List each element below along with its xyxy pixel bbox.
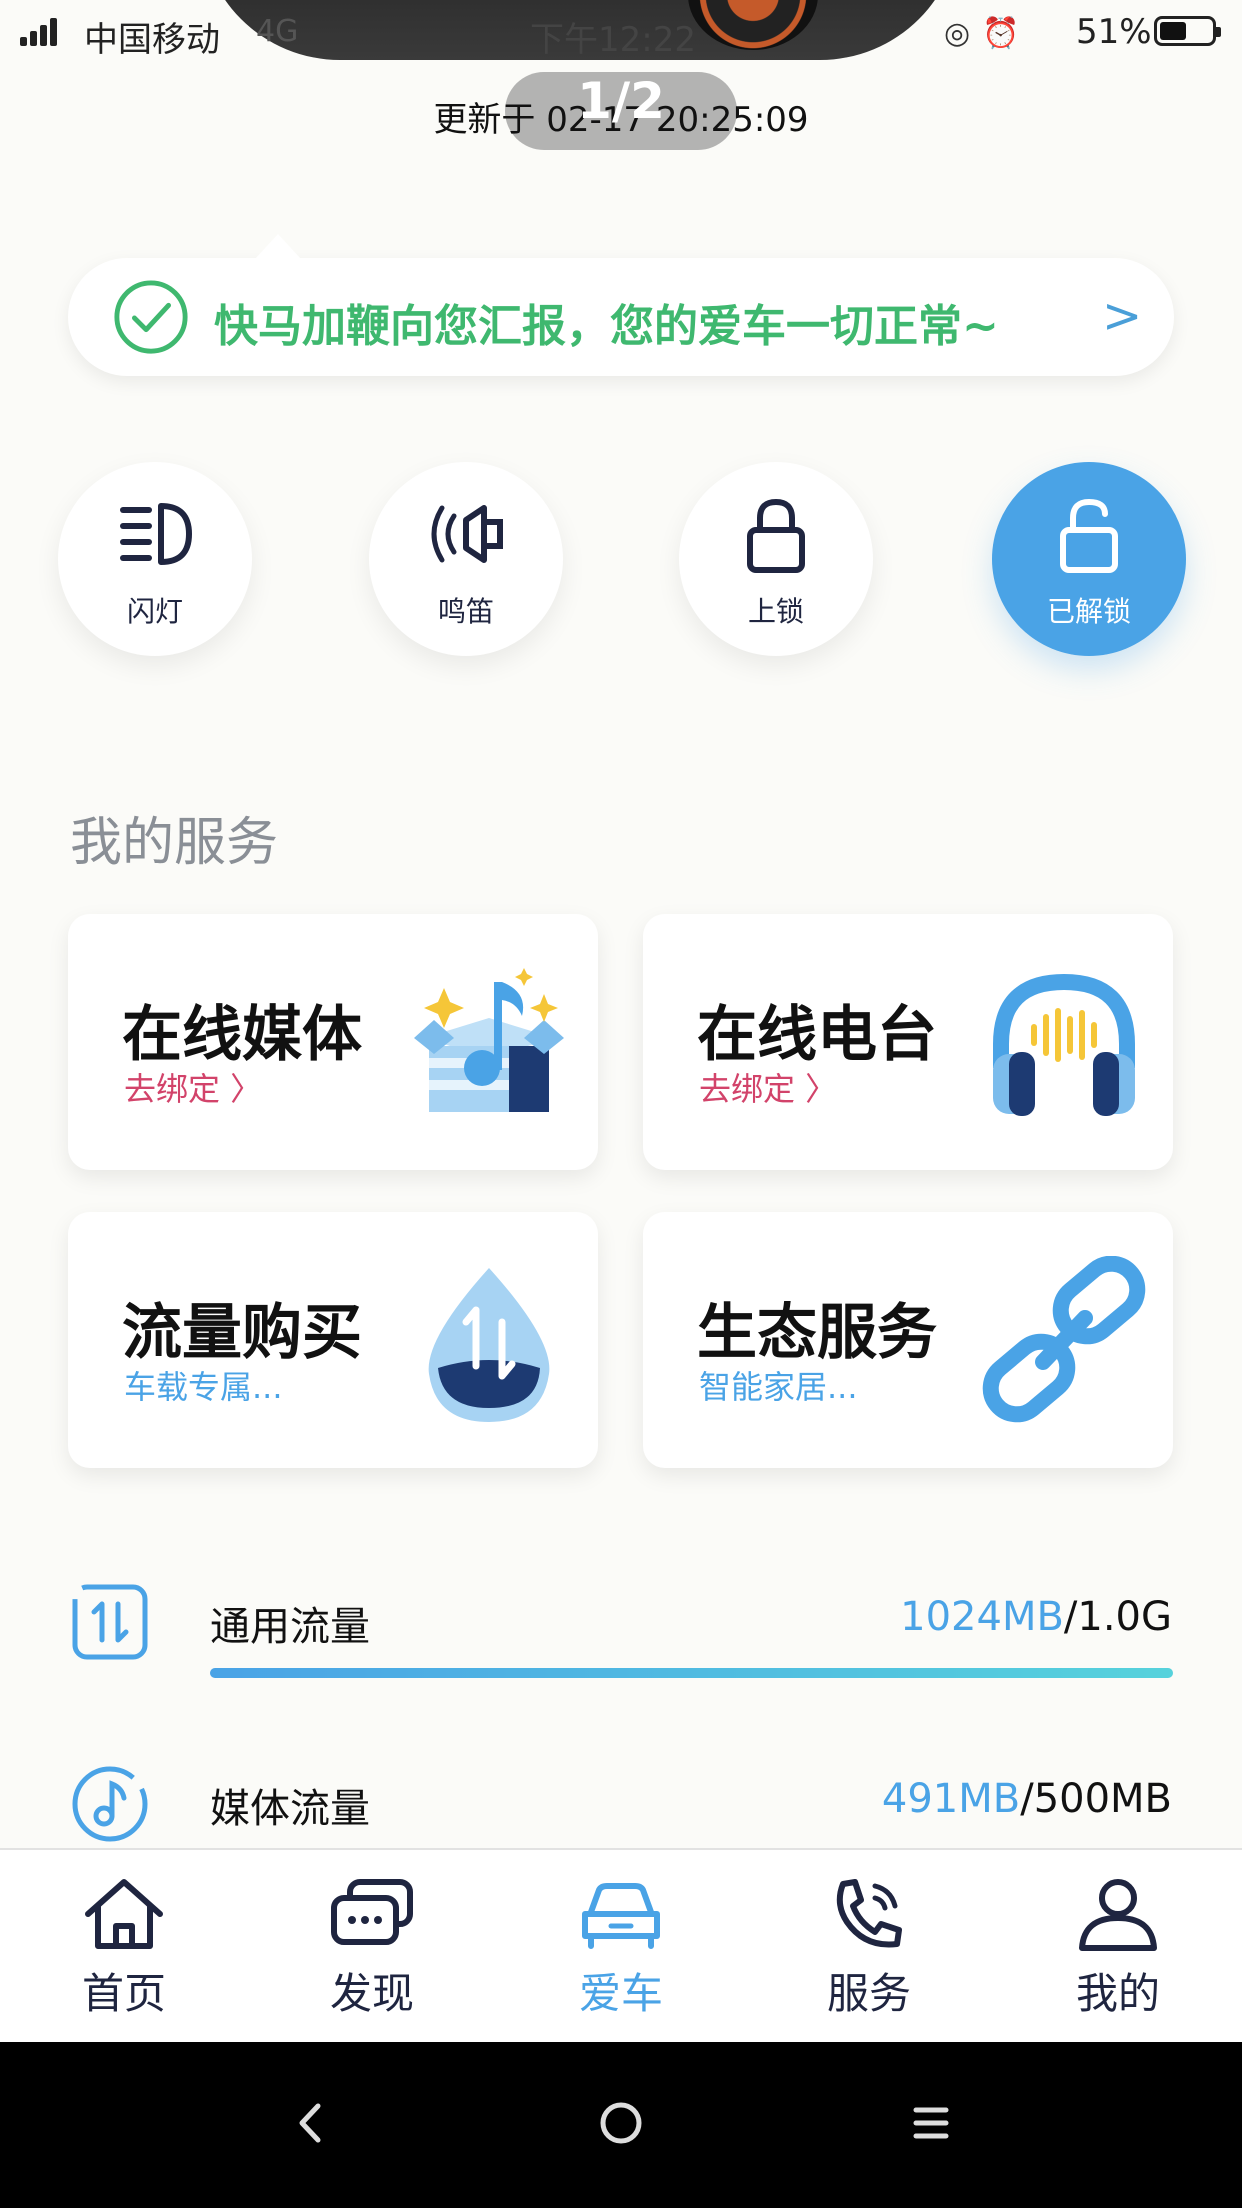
chevron-right-icon: >: [1102, 288, 1143, 344]
headphones-icon: [993, 973, 1135, 1116]
data-usage-general[interactable]: 通用流量 1024MB/1.0G: [0, 1582, 1242, 1692]
data-transfer-icon: [72, 1584, 148, 1660]
data-usage-name: 通用流量: [210, 1604, 370, 1650]
battery-percent: 51%: [1076, 12, 1152, 52]
notice-tail: [254, 234, 302, 260]
notice-text: 快马加鞭向您汇报，您的爱车一切正常~: [214, 301, 999, 352]
bind-link[interactable]: 去绑定 〉: [699, 1064, 837, 1110]
data-total: /500MB: [1020, 1776, 1172, 1822]
status-icons: ◎⏰: [944, 16, 1032, 51]
page-indicator: 1/2: [577, 72, 665, 130]
system-navigation-bar: [0, 2042, 1242, 2208]
bind-link[interactable]: 去绑定 〉: [124, 1064, 262, 1110]
horn-button[interactable]: 鸣笛: [369, 462, 563, 656]
data-usage-name: 媒体流量: [210, 1786, 370, 1832]
service-card-title: 在线电台: [697, 1000, 937, 1070]
headlight-icon: [120, 503, 192, 565]
data-usage-track: [210, 1668, 1173, 1678]
back-icon[interactable]: [276, 2088, 346, 2158]
horn-label: 鸣笛: [437, 595, 494, 628]
service-card-data-purchase[interactable]: 流量购买 车载专属...: [68, 1212, 598, 1468]
vehicle-status-notice[interactable]: 快马加鞭向您汇报，您的爱车一切正常~ >: [68, 234, 1174, 376]
tab-discover[interactable]: 发现: [248, 1874, 496, 2024]
data-usage-bar: [210, 1668, 1173, 1678]
home-icon: [85, 1879, 163, 1949]
service-card-subtitle: 智能家居...: [699, 1368, 858, 1406]
menu-icon[interactable]: [896, 2088, 966, 2158]
profile-icon: [1079, 1879, 1157, 1951]
tab-car[interactable]: 爱车: [497, 1874, 745, 2024]
carrier-name: 中国移动: [84, 20, 220, 60]
status-bar: 中国移动 4G 下午12:22 ◎⏰ 51%: [0, 0, 1242, 66]
link-icon: [982, 1256, 1146, 1423]
discover-chat-icon: [331, 1879, 413, 1945]
data-drop-icon: [428, 1268, 550, 1422]
unlock-icon: [1060, 498, 1118, 573]
tab-home[interactable]: 首页: [0, 1874, 248, 2024]
services-title: 我的服务: [70, 813, 279, 873]
car-icon: [582, 1883, 660, 1949]
music-box-icon: [414, 968, 564, 1112]
tab-label: 首页: [81, 1969, 166, 2018]
network-type: 4G: [256, 14, 299, 49]
unlock-button[interactable]: 已解锁: [992, 462, 1186, 656]
service-card-subtitle: 车载专属...: [124, 1368, 283, 1406]
tab-services[interactable]: 服务: [745, 1874, 993, 2024]
service-card-ecosystem[interactable]: 生态服务 智能家居...: [643, 1212, 1173, 1468]
check-circle-icon: [114, 280, 188, 354]
data-used: 1024MB: [900, 1594, 1064, 1640]
service-card-title: 生态服务: [697, 1298, 937, 1368]
service-card-online-media[interactable]: 在线媒体 去绑定 〉: [68, 914, 598, 1170]
tab-label: 服务: [826, 1969, 911, 2018]
tab-label: 我的: [1075, 1969, 1160, 2018]
bottom-tab-bar: 首页 发现 爱车 服务 我的: [0, 1848, 1242, 2044]
lock-icon: [747, 498, 805, 573]
tab-profile[interactable]: 我的: [994, 1874, 1242, 2024]
lock-label: 上锁: [747, 595, 804, 628]
flash-lights-label: 闪灯: [126, 595, 183, 628]
home-circle-icon[interactable]: [586, 2088, 656, 2158]
signal-strength-icon: [20, 18, 60, 46]
data-usage-value: 491MB/500MB: [882, 1776, 1172, 1822]
unlock-label: 已解锁: [1046, 595, 1131, 628]
service-card-online-radio[interactable]: 在线电台 去绑定 〉: [643, 914, 1173, 1170]
battery-icon: [1154, 16, 1221, 46]
flash-lights-button[interactable]: 闪灯: [58, 462, 252, 656]
data-used: 491MB: [881, 1776, 1021, 1822]
horn-icon: [431, 505, 503, 563]
lock-button[interactable]: 上锁: [679, 462, 873, 656]
tab-label: 发现: [329, 1969, 414, 2018]
location-icon: ◎: [944, 16, 983, 51]
phone-service-icon: [836, 1879, 902, 1948]
tab-label: 爱车: [578, 1969, 663, 2018]
service-card-title: 在线媒体: [122, 1000, 362, 1070]
service-card-title: 流量购买: [122, 1298, 362, 1368]
data-total: /1.0G: [1063, 1594, 1172, 1640]
alarm-icon: ⏰: [982, 16, 1032, 51]
data-usage-value: 1024MB/1.0G: [900, 1594, 1172, 1640]
music-note-icon: [72, 1766, 148, 1842]
status-time: 下午12:22: [530, 20, 696, 60]
